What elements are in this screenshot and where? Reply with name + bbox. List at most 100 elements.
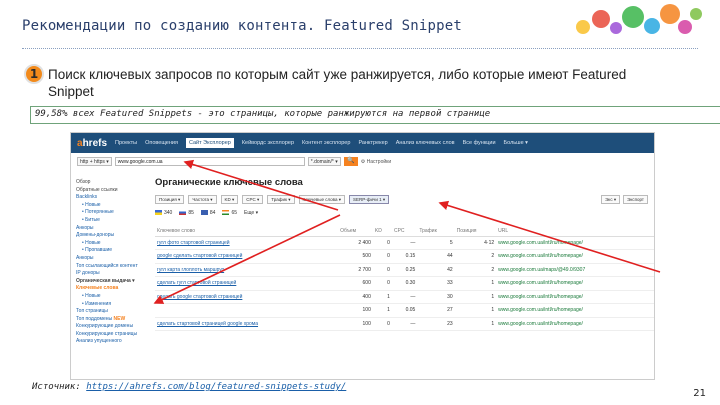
traffic-cell: 5 xyxy=(417,236,455,250)
search-button[interactable]: 🔍 xyxy=(343,157,358,166)
cpc-cell: — xyxy=(391,236,418,250)
export-button[interactable]: Экспорт xyxy=(623,195,648,204)
keyword-cell[interactable]: google сделать стартовой страницей xyxy=(155,249,339,264)
sidebar-rd-lost[interactable]: • Пропавшие xyxy=(76,247,151,255)
volume-cell: 2 700 xyxy=(338,263,373,277)
col-kd[interactable]: KD xyxy=(372,227,392,237)
traffic-cell: 27 xyxy=(417,303,455,318)
cpc-cell: — xyxy=(391,290,418,304)
more-countries[interactable]: Еще ▾ xyxy=(244,210,258,216)
protocol-select[interactable]: http + https ▾ xyxy=(77,157,112,166)
sidebar-kw-new[interactable]: • Новые xyxy=(76,293,151,301)
kd-cell: 0 xyxy=(372,317,392,331)
url-cell[interactable]: www.google.com.ua/intl/ru/homepage/ xyxy=(496,303,654,318)
filter-serp-features[interactable]: SERP-фичи 1 ▾ xyxy=(349,195,390,204)
country-tab[interactable]: 84 xyxy=(200,210,215,216)
nav-rank-tracker[interactable]: Ранктрекер xyxy=(358,140,387,146)
page-number: 21 xyxy=(693,388,706,399)
table-header-row: Ключевое слово Объем KD CPC Трафик Позиц… xyxy=(155,227,654,237)
country-tab[interactable]: 340 xyxy=(155,210,172,216)
country-tab[interactable]: 85 xyxy=(179,210,194,216)
item-number-badge: 1 xyxy=(24,64,44,84)
volume-cell: 100 xyxy=(338,303,373,318)
sidebar-competing-pages[interactable]: Конкурирующие страницы xyxy=(76,331,151,339)
sidebar-backlinks-lost[interactable]: • Потерянные xyxy=(76,209,151,217)
slide-title: Рекомендации по созданию контента. Featu… xyxy=(22,18,463,34)
sidebar-keywords[interactable]: Ключевые слова xyxy=(76,285,151,293)
sidebar-ip[interactable]: IP доноры xyxy=(76,270,151,278)
filter-kd[interactable]: KD ▾ xyxy=(220,195,239,204)
source-link[interactable]: https://ahrefs.com/blog/featured-snippet… xyxy=(86,382,346,392)
filter-volume[interactable]: Частота ▾ xyxy=(188,195,217,204)
table-row: гугл карта глоплоть маршрут 2 700 0 0.25 42 2… xyxy=(155,263,654,277)
keyword-cell[interactable]: сделать гугл стартовой страницей xyxy=(155,276,339,291)
sidebar-top-content[interactable]: Топ ссылающийся контент xyxy=(76,263,151,271)
sidebar-top-pages[interactable]: Топ страницы xyxy=(76,308,151,316)
country-tab[interactable]: 65 xyxy=(222,210,237,216)
col-traffic[interactable]: Трафик xyxy=(417,227,455,237)
nav-projects[interactable]: Проекты xyxy=(115,140,137,146)
sidebar-ref-domains[interactable]: Домены-доноры xyxy=(76,232,151,240)
sidebar-competing-domains[interactable]: Конкурирующие домены xyxy=(76,323,151,331)
nav-keyword-analysis[interactable]: Анализ ключевых слов xyxy=(396,140,455,146)
settings-link[interactable]: ⚙ Настройки xyxy=(361,159,391,165)
filter-traffic[interactable]: Трафик ▾ xyxy=(267,195,295,204)
col-position[interactable]: Позиция xyxy=(454,227,497,237)
report-heading: Органические ключевые слова xyxy=(155,177,303,188)
filter-keywords[interactable]: Ключевые слова ▾ xyxy=(298,195,346,204)
sidebar-backlinks[interactable]: Backlinks xyxy=(76,194,151,202)
url-cell[interactable]: www.google.com.ua/intl/ru/homepage/ xyxy=(496,317,654,331)
keyword-cell[interactable]: гугл фото стартовой страницей xyxy=(155,236,339,250)
col-cpc[interactable]: CPC xyxy=(391,227,418,237)
url-cell[interactable]: www.google.com.ua/maps/@49.0/9307 xyxy=(496,263,654,277)
sidebar-backlinks-broken[interactable]: • Битые xyxy=(76,217,151,225)
position-cell: 2 xyxy=(454,249,497,264)
nav-content-explorer[interactable]: Контент эксплорер xyxy=(302,140,350,146)
sidebar-rd-new[interactable]: • Новые xyxy=(76,240,151,248)
export-select[interactable]: Экс ▾ xyxy=(601,195,621,204)
filter-position[interactable]: Позиция ▾ xyxy=(155,195,185,204)
traffic-cell: 42 xyxy=(417,263,455,277)
keyword-cell[interactable] xyxy=(155,303,339,318)
url-cell[interactable]: www.google.com.ua/intl/ru/homepage/ xyxy=(496,236,654,250)
sidebar-backlinks-new[interactable]: • Новые xyxy=(76,202,151,210)
keyword-cell[interactable]: сделать google стартовой страницей xyxy=(155,290,339,304)
keyword-cell[interactable]: сделать стартовой страницей google хрома xyxy=(155,317,339,331)
volume-cell: 600 xyxy=(338,276,373,291)
url-cell[interactable]: www.google.com.ua/intl/ru/homepage/ xyxy=(496,276,654,291)
nav-all-features[interactable]: Все функции xyxy=(463,140,496,146)
source-label: Источник: xyxy=(32,382,81,392)
ahrefs-logo: ahrefs xyxy=(77,137,108,149)
filter-cpc[interactable]: CPC ▾ xyxy=(242,195,264,204)
nav-keywords-explorer[interactable]: Кейвордс эксплорер xyxy=(242,140,294,146)
kd-cell: 1 xyxy=(372,290,392,304)
cpc-cell: 0.25 xyxy=(391,263,418,277)
new-badge: NEW xyxy=(113,315,126,322)
scope-select[interactable]: *.domain/* ▾ xyxy=(307,157,341,166)
sidebar-top-subdomains[interactable]: Топ поддомены NEW xyxy=(76,316,151,324)
sidebar-content-gap[interactable]: Анализ упущенного xyxy=(76,338,151,346)
url-cell[interactable]: www.google.com.ua/intl/ru/homepage/ xyxy=(496,290,654,304)
col-url[interactable]: URL xyxy=(496,227,654,237)
position-cell: 2 xyxy=(454,263,497,277)
sidebar-anchors-2[interactable]: Анкоры xyxy=(76,255,151,263)
table-row: 100 1 0.05 27 1 www.google.com.ua/intl/ru/hom… xyxy=(155,303,654,318)
sidebar-organic[interactable]: Органическая выдача ▾ xyxy=(76,278,151,286)
volume-cell: 2 400 xyxy=(338,236,373,250)
nav-alerts[interactable]: Оповещения xyxy=(145,140,178,146)
sidebar-overview[interactable]: Обзор xyxy=(76,179,151,187)
sidebar-anchors[interactable]: Анкоры xyxy=(76,225,151,233)
ahrefs-main: Органические ключевые слова Позиция ▾ Ча… xyxy=(155,177,654,331)
table-row: google сделать стартовой страницей 500 0 0.… xyxy=(155,249,654,264)
nav-site-explorer[interactable]: Сайт Эксплорер xyxy=(185,138,234,148)
col-volume[interactable]: Объем xyxy=(338,227,373,237)
url-cell[interactable]: www.google.com.ua/intl/ru/homepage/ xyxy=(496,249,654,264)
col-keyword[interactable]: Ключевое слово xyxy=(155,227,339,237)
kd-cell: 0 xyxy=(372,249,392,264)
keyword-cell[interactable]: гугл карта глоплоть маршрут xyxy=(155,263,339,277)
sidebar-kw-moves[interactable]: • Изменения xyxy=(76,301,151,309)
nav-more[interactable]: Больше ▾ xyxy=(504,140,528,146)
cpc-cell: — xyxy=(391,317,418,331)
url-input[interactable]: www.google.com.ua xyxy=(114,157,305,166)
cpc-cell: 0.15 xyxy=(391,249,418,264)
